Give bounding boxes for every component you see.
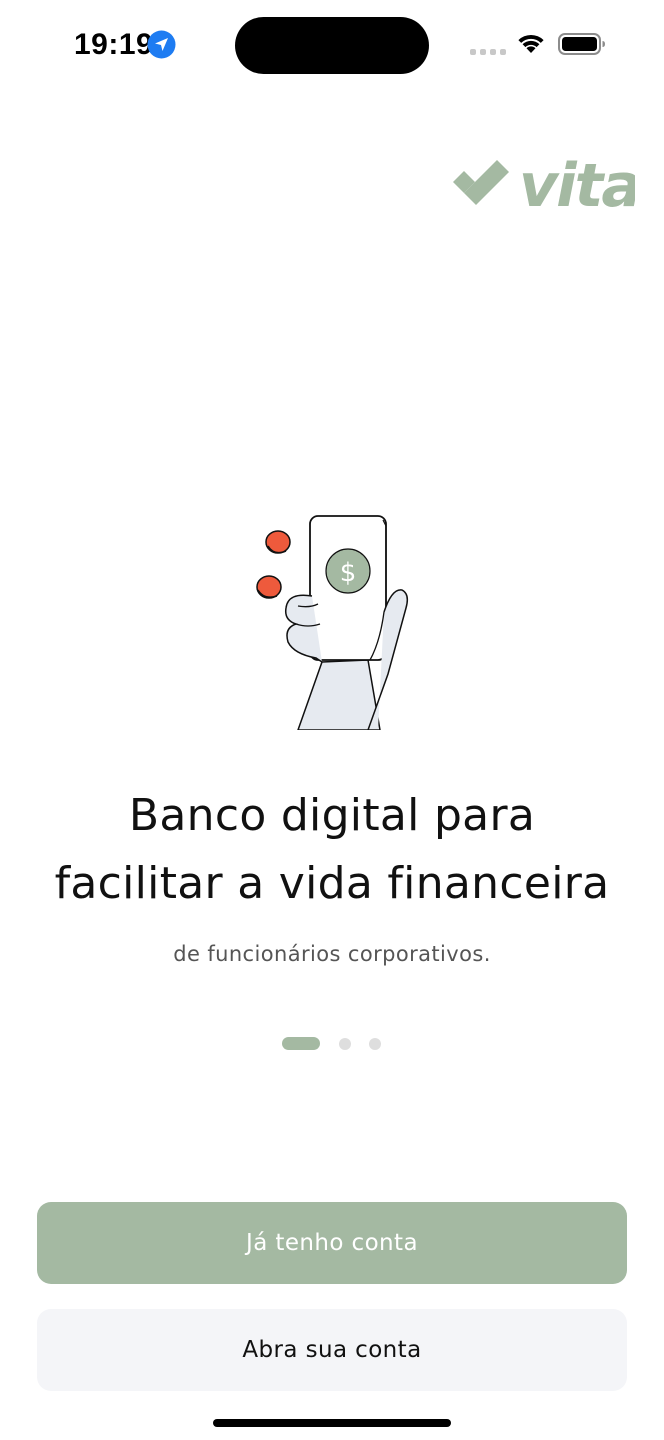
subtitle: de funcionários corporativos. xyxy=(173,942,491,966)
hand-holding-phone-with-dollar-icon: $ xyxy=(256,515,409,730)
page-dot[interactable] xyxy=(339,1038,351,1050)
coin-icon xyxy=(256,575,282,599)
dollar-symbol: $ xyxy=(340,558,357,588)
page-dot[interactable] xyxy=(369,1038,381,1050)
dynamic-island xyxy=(235,17,429,74)
login-button[interactable]: Já tenho conta xyxy=(37,1202,627,1284)
headline-line-2: facilitar a vida financeira xyxy=(54,858,610,909)
battery-icon xyxy=(558,33,605,55)
headline: Banco digital para facilitar a vida fina… xyxy=(0,782,664,918)
home-indicator[interactable] xyxy=(213,1419,451,1427)
headline-line-1: Banco digital para xyxy=(128,790,536,841)
page-dot-active[interactable] xyxy=(282,1037,320,1050)
checkmark-icon xyxy=(453,160,509,205)
location-arrow-icon xyxy=(147,30,176,59)
wifi-icon xyxy=(518,34,544,53)
login-button-label: Já tenho conta xyxy=(246,1230,418,1256)
coin-icon xyxy=(265,530,291,554)
open-account-button[interactable]: Abra sua conta xyxy=(37,1309,627,1391)
page-indicator xyxy=(282,1037,392,1050)
status-bar: 19:19 xyxy=(0,0,664,92)
vita-logo: vita xyxy=(453,152,635,212)
status-time: 19:19 xyxy=(74,28,154,61)
cellular-signal-icon xyxy=(470,49,506,55)
logo-text: vita xyxy=(519,152,635,212)
open-account-button-label: Abra sua conta xyxy=(242,1337,422,1363)
